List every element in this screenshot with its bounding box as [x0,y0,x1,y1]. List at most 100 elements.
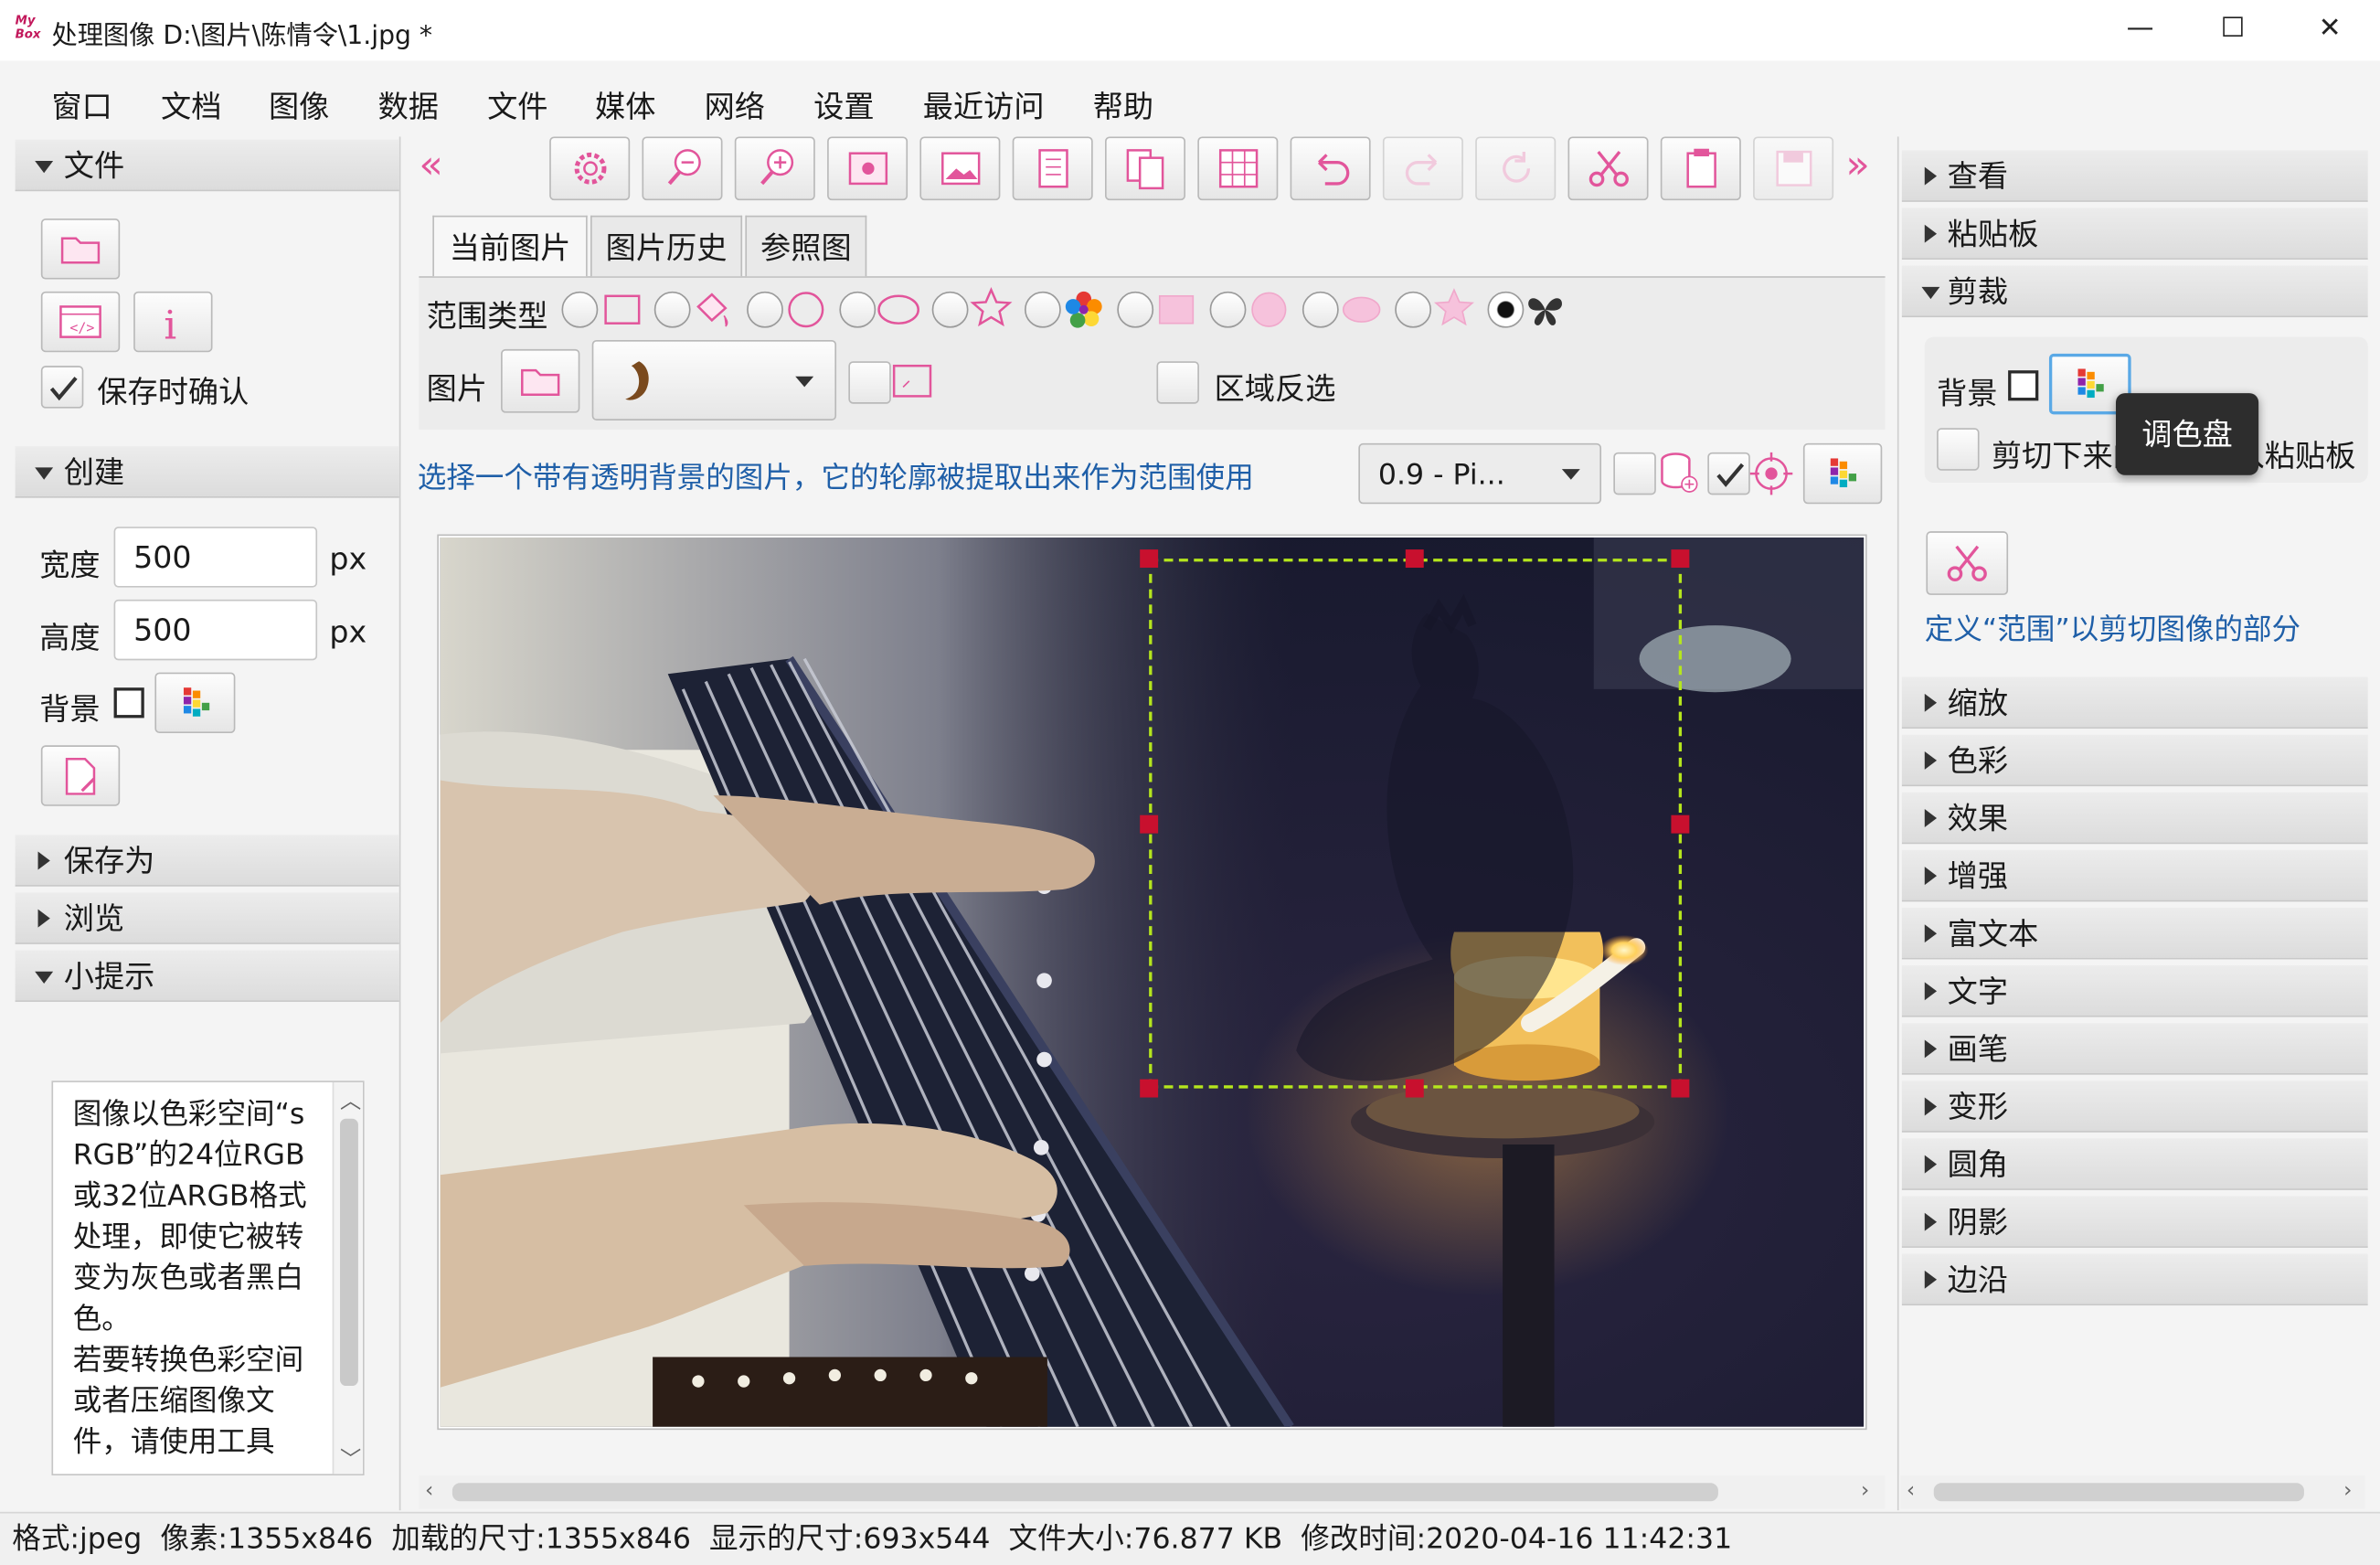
minimize-button[interactable]: — [2122,12,2159,48]
effects-section-header[interactable]: 效果 [1901,792,2368,845]
scope-radio-ellipse-color[interactable] [1302,291,1339,328]
paste-button[interactable] [1660,136,1741,201]
scope-radio-color[interactable] [653,291,691,328]
menu-image[interactable]: 图像 [269,82,329,126]
border-section-header[interactable]: 边沿 [1901,1253,2368,1306]
resize-handle-top-right[interactable] [1671,549,1690,569]
menu-recent[interactable]: 最近访问 [923,82,1045,126]
tab-reference[interactable]: 参照图 [745,215,867,277]
menu-file[interactable]: 文件 [487,82,547,126]
round-corner-section-header[interactable]: 圆角 [1901,1138,2368,1190]
menu-document[interactable]: 文档 [161,82,221,126]
scroll-left-icon[interactable]: ‹ [425,1478,433,1503]
color-section-header[interactable]: 色彩 [1901,734,2368,787]
clipboard-section-header[interactable]: 粘贴板 [1901,208,2368,260]
menu-window[interactable]: 窗口 [51,82,112,126]
image-canvas[interactable] [440,537,1865,1427]
resize-handle-top-left[interactable] [1140,549,1159,569]
scope-palette-button[interactable] [1802,442,1883,505]
batch-button[interactable] [1197,136,1279,201]
scope-radio-outline-selected[interactable] [1487,291,1525,328]
menu-data[interactable]: 数据 [378,82,439,126]
scroll-up-icon[interactable]: ︿ [340,1085,361,1115]
background-checkbox[interactable] [113,687,144,719]
canvas-hscroll-thumb[interactable] [452,1483,1718,1502]
resize-handle-bottom-right[interactable] [1671,1079,1690,1098]
resize-handle-right[interactable] [1671,814,1690,834]
cut-button[interactable] [1567,136,1649,201]
collapse-left-icon[interactable]: « [419,143,442,188]
resize-handle-bottom[interactable] [1405,1079,1424,1098]
tips-scrollbar[interactable]: ︿ ﹀ [332,1081,363,1475]
resize-handle-bottom-left[interactable] [1140,1079,1159,1098]
scroll-right-icon[interactable]: › [1861,1478,1869,1503]
edit-html-button[interactable]: </> [40,291,121,353]
browse-section-header[interactable]: 浏览 [15,892,399,944]
resize-handle-top[interactable] [1405,549,1424,569]
info-button[interactable]: i [133,291,213,353]
tips-text-area[interactable]: 图像以色彩空间“sRGB”的24位RGB或32位ARGB格式处理，即使它被转变为… [51,1081,365,1476]
original-size-button[interactable] [919,136,1001,201]
open-file-button[interactable] [40,218,121,280]
scope-radio-all[interactable] [561,291,599,328]
save-button[interactable] [1753,136,1834,201]
right-hscroll-thumb[interactable] [1933,1483,2304,1502]
scope-radio-polygon-color[interactable] [1395,291,1432,328]
view-section-header[interactable]: 查看 [1901,150,2368,202]
palette-button[interactable] [154,672,236,734]
shadow-section-header[interactable]: 阴影 [1901,1196,2368,1248]
enhance-section-header[interactable]: 增强 [1901,849,2368,902]
area-invert-checkbox[interactable] [1156,361,1199,404]
scroll-down-icon[interactable]: ﹀ [340,1443,361,1474]
tab-image-history[interactable]: 图片历史 [590,215,743,277]
close-button[interactable]: ✕ [2311,12,2348,48]
create-section-header[interactable]: 创建 [15,446,399,498]
file-section-header[interactable]: 文件 [15,139,399,192]
threshold-dropdown[interactable]: 0.9 - Pi... [1358,442,1602,505]
menu-help[interactable]: 帮助 [1093,82,1153,126]
crop-cut-button[interactable] [1926,531,2009,595]
text-section-header[interactable]: 文字 [1901,965,2368,1017]
height-input[interactable]: 500 [113,599,318,661]
rich-text-section-header[interactable]: 富文本 [1901,907,2368,960]
keep-ratio-checkbox[interactable] [848,361,891,404]
scope-radio-color-match[interactable] [1024,291,1061,328]
scope-radio-ellipse[interactable] [839,291,877,328]
pen-section-header[interactable]: 画笔 [1901,1023,2368,1075]
redo-button[interactable] [1382,136,1463,201]
tips-scroll-thumb[interactable] [339,1118,358,1387]
collapse-right-icon[interactable]: » [1845,143,1869,188]
menu-settings[interactable]: 设置 [813,82,874,126]
create-image-button[interactable] [40,745,121,806]
confirm-on-save-checkbox[interactable] [40,366,84,409]
scope-image-dropdown[interactable] [591,339,837,421]
scroll-right-icon[interactable]: › [2343,1478,2352,1503]
scope-radio-circle-color[interactable] [1209,291,1247,328]
scope-selection-rectangle[interactable] [1149,559,1683,1089]
select-scope-image-button[interactable] [501,348,580,413]
scope-checkbox-b[interactable] [1707,452,1750,495]
fit-window-button[interactable] [827,136,908,201]
zoom-section-header[interactable]: 缩放 [1901,676,2368,729]
width-input[interactable]: 500 [113,527,318,588]
crop-section-header[interactable]: 剪裁 [1901,265,2368,318]
copy-button[interactable] [1104,136,1186,201]
scope-radio-polygon[interactable] [931,291,969,328]
crop-background-checkbox[interactable] [2008,370,2039,401]
maximize-button[interactable]: ☐ [2215,12,2251,48]
menu-media[interactable]: 媒体 [595,82,655,126]
list-button[interactable] [1012,136,1093,201]
scope-checkbox-a[interactable] [1613,452,1656,495]
scope-radio-rect-color[interactable] [1117,291,1154,328]
transform-section-header[interactable]: 变形 [1901,1081,2368,1133]
canvas-hscrollbar[interactable]: ‹ › [419,1475,1886,1509]
scroll-left-icon[interactable]: ‹ [1907,1478,1915,1503]
menu-network[interactable]: 网络 [705,82,765,126]
save-as-section-header[interactable]: 保存为 [15,835,399,887]
scope-radio-circle[interactable] [747,291,783,328]
zoom-in-button[interactable] [734,136,815,201]
resize-handle-left[interactable] [1140,814,1159,834]
settings-button[interactable] [549,136,631,201]
refresh-button[interactable] [1475,136,1557,201]
undo-button[interactable] [1290,136,1371,201]
